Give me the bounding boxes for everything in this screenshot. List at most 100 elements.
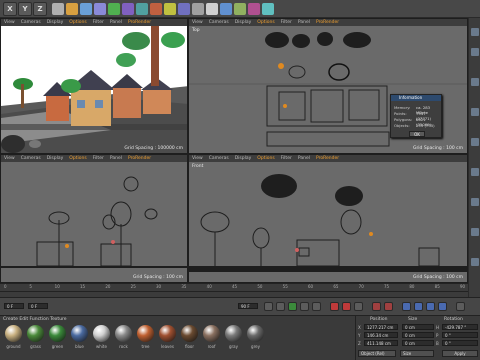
menu-cameras[interactable]: Cameras [21, 20, 41, 25]
toolbar-tool-icon[interactable] [150, 3, 162, 15]
tool-icon[interactable] [471, 48, 479, 56]
autokey-button[interactable] [342, 302, 351, 311]
menu-panel[interactable]: Panel [110, 20, 122, 25]
go-to-end-button[interactable] [312, 302, 321, 311]
toolbar-tool-icon[interactable] [52, 3, 64, 15]
play-button[interactable] [288, 302, 297, 311]
toolbar-tool-icon[interactable] [164, 3, 176, 15]
frame-start-field[interactable]: 0 F [4, 303, 24, 309]
toolbar-tool-icon[interactable] [262, 3, 274, 15]
menu-options[interactable]: Options [257, 20, 274, 25]
menu-view[interactable]: View [4, 20, 15, 25]
menu-panel[interactable]: Panel [110, 156, 122, 161]
toolbar-tool-icon[interactable] [206, 3, 218, 15]
key-param-button[interactable] [414, 302, 423, 311]
toolbar-tool-icon[interactable] [136, 3, 148, 15]
toolbar-tool-icon[interactable] [94, 3, 106, 15]
tool-icon[interactable] [471, 228, 479, 236]
menu-cameras[interactable]: Cameras [209, 156, 229, 161]
toolbar-tool-icon[interactable] [220, 3, 232, 15]
position-x-field[interactable]: 1277.217 cm [364, 324, 398, 330]
material-swatch[interactable]: white [91, 325, 112, 349]
menu-filter[interactable]: Filter [281, 156, 292, 161]
tool-icon[interactable] [471, 78, 479, 86]
material-swatch[interactable]: tree [135, 325, 156, 349]
material-swatch[interactable]: blue [69, 325, 90, 349]
position-y-field[interactable]: 146.34 cm [364, 332, 398, 338]
material-swatch[interactable]: rock [113, 325, 134, 349]
menu-display[interactable]: Display [235, 156, 252, 161]
right-viewport[interactable]: View Cameras Display Options Filter Pane… [0, 154, 188, 283]
toolbar-tool-icon[interactable] [80, 3, 92, 15]
toolbar-tool-icon[interactable] [192, 3, 204, 15]
tool-icon[interactable] [471, 108, 479, 116]
rotation-h-field[interactable]: -429.787 ° [442, 324, 478, 330]
tool-icon[interactable] [471, 258, 479, 266]
rotation-p-field[interactable]: 0 ° [442, 332, 478, 338]
menu-filter[interactable]: Filter [281, 20, 292, 25]
frame-current-field[interactable]: 0 F [28, 303, 48, 309]
material-swatch[interactable]: green [47, 325, 68, 349]
menu-options[interactable]: Options [69, 20, 86, 25]
key-pla-button[interactable] [426, 302, 435, 311]
toolbar-tool-icon[interactable] [178, 3, 190, 15]
menu-panel[interactable]: Panel [298, 20, 310, 25]
key-scale-button[interactable] [384, 302, 393, 311]
coordinate-mode-dropdown[interactable]: Object (Rel) [358, 350, 396, 357]
menu-display[interactable]: Display [235, 20, 252, 25]
apply-button[interactable]: Apply [442, 350, 478, 357]
menu-options[interactable]: Options [69, 156, 86, 161]
material-swatch[interactable]: ground [3, 325, 24, 349]
y-axis-button[interactable]: Y [18, 2, 32, 16]
menu-cameras[interactable]: Cameras [209, 20, 229, 25]
tool-icon[interactable] [471, 28, 479, 36]
size-x-field[interactable]: 0 cm [402, 324, 434, 330]
material-swatch[interactable]: gray [223, 325, 244, 349]
timeline-menu-button[interactable] [456, 302, 465, 311]
menu-prorender[interactable]: ProRender [128, 20, 151, 25]
menu-cameras[interactable]: Cameras [21, 156, 41, 161]
z-axis-button[interactable]: Z [33, 2, 47, 16]
menu-view[interactable]: View [4, 156, 15, 161]
key-position-button[interactable] [372, 302, 381, 311]
go-to-start-button[interactable] [264, 302, 273, 311]
menu-prorender[interactable]: ProRender [316, 156, 339, 161]
front-viewport[interactable]: View Cameras Display Options Filter Pane… [188, 154, 468, 283]
record-button[interactable] [330, 302, 339, 311]
previous-frame-button[interactable] [276, 302, 285, 311]
menu-view[interactable]: View [192, 156, 203, 161]
tool-icon[interactable] [471, 168, 479, 176]
tool-icon[interactable] [471, 138, 479, 146]
ok-button[interactable]: OK [409, 131, 425, 137]
menu-options[interactable]: Options [257, 156, 274, 161]
keyframe-button[interactable] [354, 302, 363, 311]
material-swatch[interactable]: grey [245, 325, 266, 349]
material-swatch[interactable]: leaves [157, 325, 178, 349]
material-manager-menu[interactable]: Create Edit Function Texture [3, 317, 67, 322]
toolbar-tool-icon[interactable] [248, 3, 260, 15]
toolbar-tool-icon[interactable] [108, 3, 120, 15]
menu-view[interactable]: View [192, 20, 203, 25]
toolbar-tool-icon[interactable] [66, 3, 78, 15]
menu-prorender[interactable]: ProRender [128, 156, 151, 161]
size-y-field[interactable]: 0 cm [402, 332, 434, 338]
menu-display[interactable]: Display [47, 156, 64, 161]
key-point-button[interactable] [438, 302, 447, 311]
x-axis-button[interactable]: X [3, 2, 17, 16]
perspective-viewport[interactable]: View Cameras Display Options Filter Pane… [0, 18, 188, 154]
position-z-field[interactable]: 411.148 cm [364, 340, 398, 346]
rotation-b-field[interactable]: 0 ° [442, 340, 478, 346]
menu-display[interactable]: Display [47, 20, 64, 25]
menu-prorender[interactable]: ProRender [316, 20, 339, 25]
menu-filter[interactable]: Filter [93, 20, 104, 25]
frame-end-field[interactable]: 90 F [238, 303, 258, 309]
menu-panel[interactable]: Panel [298, 156, 310, 161]
tool-icon[interactable] [471, 198, 479, 206]
material-swatch[interactable]: floor [179, 325, 200, 349]
key-rotation-button[interactable] [402, 302, 411, 311]
material-swatch[interactable]: grass [25, 325, 46, 349]
timeline-ruler[interactable]: 0 5 10 15 20 25 30 35 40 45 50 55 60 65 70 75 80 85 90 [0, 283, 468, 297]
size-z-field[interactable]: 0 cm [402, 340, 434, 346]
size-mode-dropdown[interactable]: Size [400, 350, 434, 357]
next-frame-button[interactable] [300, 302, 309, 311]
